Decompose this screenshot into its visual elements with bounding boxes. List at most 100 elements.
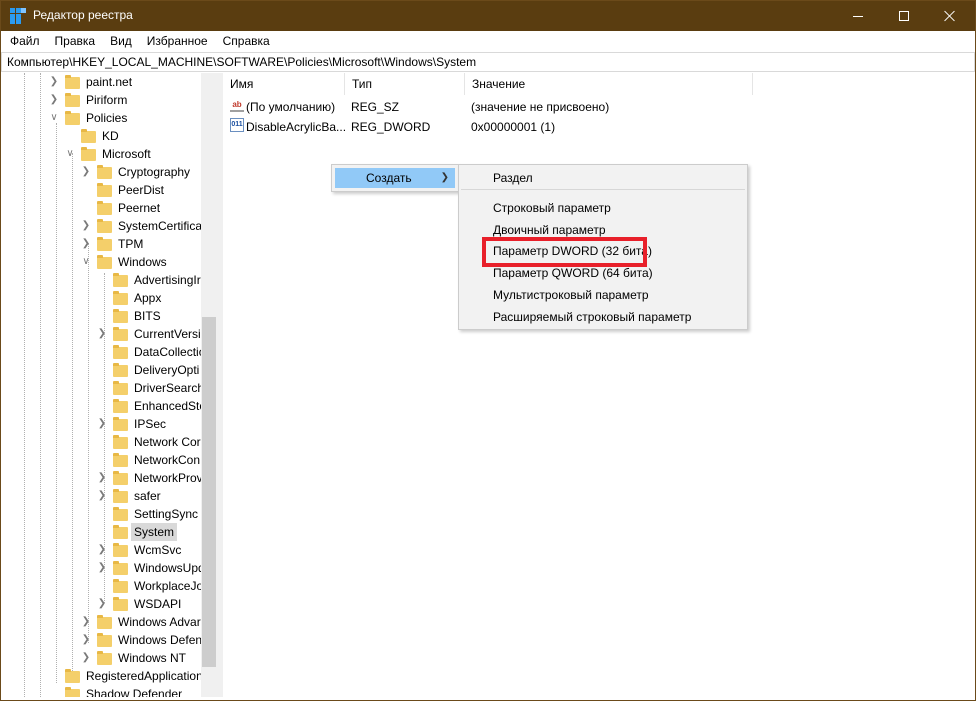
tree-item-label: Microsoft bbox=[102, 147, 151, 161]
folder-icon bbox=[113, 525, 128, 539]
chevron-right-icon[interactable]: ❯ bbox=[97, 325, 107, 343]
minimize-button[interactable] bbox=[835, 1, 881, 31]
tree-item[interactable]: EnhancedSto bbox=[1, 397, 217, 415]
chevron-right-icon[interactable]: ❯ bbox=[81, 649, 91, 667]
column-header-name[interactable]: Имя bbox=[223, 73, 345, 95]
value-row[interactable]: 011 DisableAcrylicBa... REG_DWORD 0x0000… bbox=[223, 118, 743, 136]
chevron-down-icon[interactable]: ∨ bbox=[81, 253, 91, 271]
tree-item[interactable]: DataCollectio bbox=[1, 343, 217, 361]
tree-item[interactable]: System bbox=[1, 523, 217, 541]
tree-item[interactable]: ❯ IPSec bbox=[1, 415, 217, 433]
chevron-right-icon[interactable]: ❯ bbox=[97, 541, 107, 559]
tree-item[interactable]: ❯ NetworkProv bbox=[1, 469, 217, 487]
folder-icon bbox=[97, 237, 112, 251]
key-tree[interactable]: ❯ paint.net ❯ Piriform ∨ Policies KD ∨ Microsoft… bbox=[1, 73, 217, 697]
tree-item[interactable]: ❯ CurrentVersio bbox=[1, 325, 217, 343]
tree-item-label: RegisteredApplication bbox=[86, 669, 203, 683]
tree-item[interactable]: ∨ Windows bbox=[1, 253, 217, 271]
tree-item[interactable]: Shadow Defender bbox=[1, 685, 217, 697]
chevron-right-icon[interactable]: ❯ bbox=[81, 163, 91, 181]
tree-item[interactable]: ❯ WcmSvc bbox=[1, 541, 217, 559]
tree-item[interactable]: DeliveryOpti bbox=[1, 361, 217, 379]
folder-icon bbox=[113, 543, 128, 557]
tree-item[interactable]: WorkplaceJo bbox=[1, 577, 217, 595]
folder-icon bbox=[113, 597, 128, 611]
tree-item[interactable]: SettingSync bbox=[1, 505, 217, 523]
address-bar[interactable]: Компьютер\HKEY_LOCAL_MACHINE\SOFTWARE\Po… bbox=[1, 52, 975, 72]
submenu-item-key[interactable]: Раздел bbox=[493, 168, 533, 188]
tree-item-label: TPM bbox=[118, 237, 144, 251]
tree-item[interactable]: ❯ Piriform bbox=[1, 91, 217, 109]
folder-icon bbox=[113, 507, 128, 521]
tree-item[interactable]: RegisteredApplication bbox=[1, 667, 217, 685]
chevron-right-icon[interactable]: ❯ bbox=[49, 73, 59, 91]
folder-icon bbox=[113, 453, 128, 467]
tree-item[interactable]: BITS bbox=[1, 307, 217, 325]
tree-item[interactable]: Peernet bbox=[1, 199, 217, 217]
folder-icon bbox=[113, 579, 128, 593]
tree-item[interactable]: ∨ Microsoft bbox=[1, 145, 217, 163]
tree-scrollbar-thumb[interactable] bbox=[202, 317, 216, 667]
tree-item[interactable]: Appx bbox=[1, 289, 217, 307]
tree-item-label: EnhancedSto bbox=[134, 399, 207, 413]
chevron-right-icon[interactable]: ❯ bbox=[81, 217, 91, 235]
tree-item[interactable]: ❯ paint.net bbox=[1, 73, 217, 91]
tree-item[interactable]: ❯ Windows Advar bbox=[1, 613, 217, 631]
chevron-right-icon[interactable]: ❯ bbox=[81, 613, 91, 631]
tree-item[interactable]: ❯ WindowsUpd bbox=[1, 559, 217, 577]
close-button[interactable] bbox=[927, 1, 973, 31]
regedit-app-icon bbox=[10, 8, 26, 24]
menu-favorites[interactable]: Избранное bbox=[140, 31, 216, 51]
chevron-right-icon[interactable]: ❯ bbox=[81, 631, 91, 649]
submenu-item-multi-string-value[interactable]: Мультистроковый параметр bbox=[493, 285, 649, 305]
menu-file[interactable]: Файл bbox=[3, 31, 48, 51]
tree-item-label: Windows Defen bbox=[118, 633, 203, 647]
chevron-right-icon[interactable]: ❯ bbox=[97, 415, 107, 433]
maximize-button[interactable] bbox=[881, 1, 927, 31]
chevron-right-icon[interactable]: ❯ bbox=[97, 469, 107, 487]
tree-item[interactable]: AdvertisingIr bbox=[1, 271, 217, 289]
submenu-item-string-value[interactable]: Строковый параметр bbox=[493, 198, 611, 218]
tree-item[interactable]: ❯ Cryptography bbox=[1, 163, 217, 181]
submenu-item-expandable-string-value[interactable]: Расширяемый строковый параметр bbox=[493, 307, 691, 327]
tree-item[interactable]: ❯ WSDAPI bbox=[1, 595, 217, 613]
column-header-type[interactable]: Тип bbox=[345, 73, 465, 95]
chevron-right-icon[interactable]: ❯ bbox=[97, 559, 107, 577]
folder-icon bbox=[65, 687, 80, 697]
tree-item[interactable]: PeerDist bbox=[1, 181, 217, 199]
tree-item[interactable]: ❯ SystemCertifica bbox=[1, 217, 217, 235]
tree-item[interactable]: ❯ safer bbox=[1, 487, 217, 505]
menu-edit[interactable]: Правка bbox=[48, 31, 104, 51]
tree-item-label: BITS bbox=[134, 309, 161, 323]
chevron-right-icon[interactable]: ❯ bbox=[49, 91, 59, 109]
folder-icon bbox=[113, 327, 128, 341]
window-title: Редактор реестра bbox=[33, 8, 133, 22]
folder-icon bbox=[113, 435, 128, 449]
chevron-right-icon[interactable]: ❯ bbox=[81, 235, 91, 253]
tree-item-label: CurrentVersio bbox=[134, 327, 208, 341]
value-row[interactable]: ab (По умолчанию) REG_SZ (значение не пр… bbox=[223, 98, 743, 116]
folder-icon bbox=[113, 381, 128, 395]
tree-item[interactable]: ❯ Windows NT bbox=[1, 649, 217, 667]
menu-help[interactable]: Справка bbox=[216, 31, 278, 51]
tree-item[interactable]: ❯ Windows Defen bbox=[1, 631, 217, 649]
menu-view[interactable]: Вид bbox=[103, 31, 140, 51]
tree-item[interactable]: Network Cor bbox=[1, 433, 217, 451]
tree-item[interactable]: ❯ TPM bbox=[1, 235, 217, 253]
tree-item-label: DriverSearch bbox=[134, 381, 205, 395]
tree-item[interactable]: KD bbox=[1, 127, 217, 145]
chevron-down-icon[interactable]: ∨ bbox=[49, 109, 59, 127]
column-header-value[interactable]: Значение bbox=[465, 73, 753, 95]
chevron-down-icon[interactable]: ∨ bbox=[65, 145, 75, 163]
tree-item-label: NetworkProv bbox=[134, 471, 203, 485]
tree-item[interactable]: ∨ Policies bbox=[1, 109, 217, 127]
tree-item-label: Peernet bbox=[118, 201, 161, 215]
tree-item[interactable]: DriverSearch bbox=[1, 379, 217, 397]
tree-item-label: DataCollectio bbox=[134, 345, 206, 359]
folder-icon bbox=[113, 471, 128, 485]
chevron-right-icon[interactable]: ❯ bbox=[97, 595, 107, 613]
chevron-right-icon[interactable]: ❯ bbox=[97, 487, 107, 505]
tree-item[interactable]: NetworkCon bbox=[1, 451, 217, 469]
title-bar[interactable]: Редактор реестра bbox=[1, 1, 975, 31]
menu-item-create[interactable]: Создать ❯ bbox=[335, 168, 455, 188]
